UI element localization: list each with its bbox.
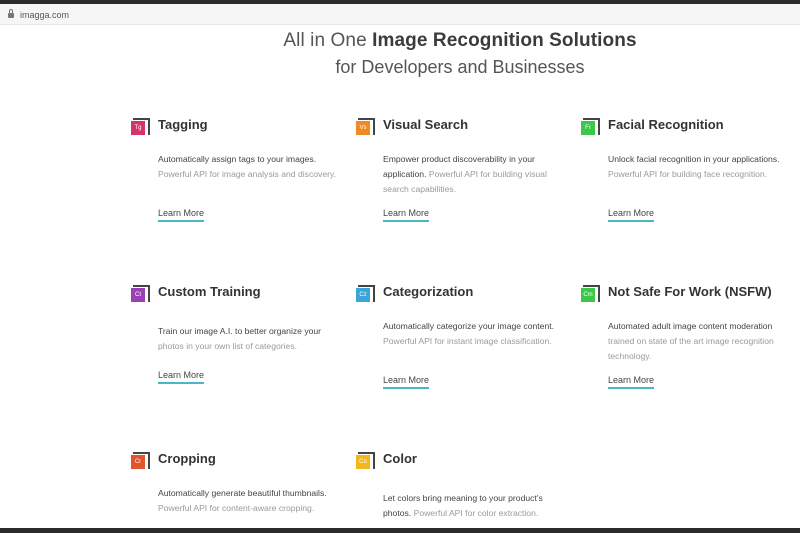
card-description: Train our image A.I. to better organize … [158, 324, 343, 354]
card-description-secondary: Powerful API for content-aware cropping. [158, 503, 315, 513]
card-title: Color [383, 451, 417, 466]
learn-more-link[interactable]: Learn More [608, 208, 655, 222]
lock-icon [8, 9, 14, 18]
hero-subheadline: for Developers and Businesses [335, 57, 585, 77]
nsfw-icon: Cm [581, 285, 600, 302]
color-icon: Co [356, 452, 375, 469]
card-description: Automatically assign tags to your images… [158, 152, 343, 182]
window-bottom-border [0, 528, 800, 533]
card-description-main: Automatically categorize your image cont… [383, 321, 555, 331]
card-description: Empower product discoverability in your … [383, 152, 568, 197]
card-description: Automatically generate beautiful thumbna… [158, 486, 343, 516]
card-description: Automated adult image content moderation… [608, 319, 793, 364]
url-text[interactable]: imagga.com [20, 10, 69, 20]
card-title: Categorization [383, 284, 474, 299]
facial-recognition-icon: Fr [581, 118, 600, 135]
card-description: Unlock facial recognition in your applic… [608, 152, 793, 182]
hero-headline: All in One Image Recognition Solutions [0, 30, 800, 52]
card-description-secondary: Powerful API for color extraction. [413, 508, 539, 518]
hero-headline-plain: All in One [283, 30, 373, 51]
card-title: Tagging [158, 117, 208, 132]
card-title: Custom Training [158, 284, 261, 299]
card-description-main: Automated adult image content moderation [608, 321, 773, 331]
visual-search-icon: Vs [356, 118, 375, 135]
learn-more-link[interactable]: Learn More [383, 208, 430, 222]
card-title: Not Safe For Work (NSFW) [608, 284, 772, 299]
card-title: Cropping [158, 451, 216, 466]
address-bar[interactable]: imagga.com [0, 4, 800, 25]
learn-more-link[interactable]: Learn More [158, 370, 205, 384]
learn-more-link[interactable]: Learn More [608, 375, 655, 389]
card-description-main: Automatically assign tags to your images… [158, 154, 317, 164]
custom-training-icon: Ct [131, 285, 150, 302]
card-description-main: Automatically generate beautiful thumbna… [158, 488, 327, 498]
card-description-secondary: trained on state of the art image recogn… [608, 336, 774, 361]
card-description-secondary: photos in your own list of categories. [158, 341, 298, 351]
tagging-icon: Tg [131, 118, 150, 135]
card-description: Let colors bring meaning to your product… [383, 491, 568, 521]
learn-more-link[interactable]: Learn More [158, 208, 205, 222]
card-description-secondary: Powerful API for instant image classific… [383, 336, 552, 346]
cropping-icon: Cr [131, 452, 150, 469]
learn-more-link[interactable]: Learn More [383, 375, 430, 389]
card-title: Visual Search [383, 117, 469, 132]
card-description-main: Unlock facial recognition in your applic… [608, 154, 780, 164]
card-description-main: Train our image A.I. to better organize … [158, 326, 322, 336]
card-description: Automatically categorize your image cont… [383, 319, 568, 349]
hero-headline-bold: Image Recognition Solutions [372, 30, 637, 51]
card-description-secondary: Powerful API for image analysis and disc… [158, 169, 337, 179]
card-title: Facial Recognition [608, 117, 724, 132]
card-description-secondary: Powerful API for building face recogniti… [608, 169, 768, 179]
categorization-icon: Cz [356, 285, 375, 302]
